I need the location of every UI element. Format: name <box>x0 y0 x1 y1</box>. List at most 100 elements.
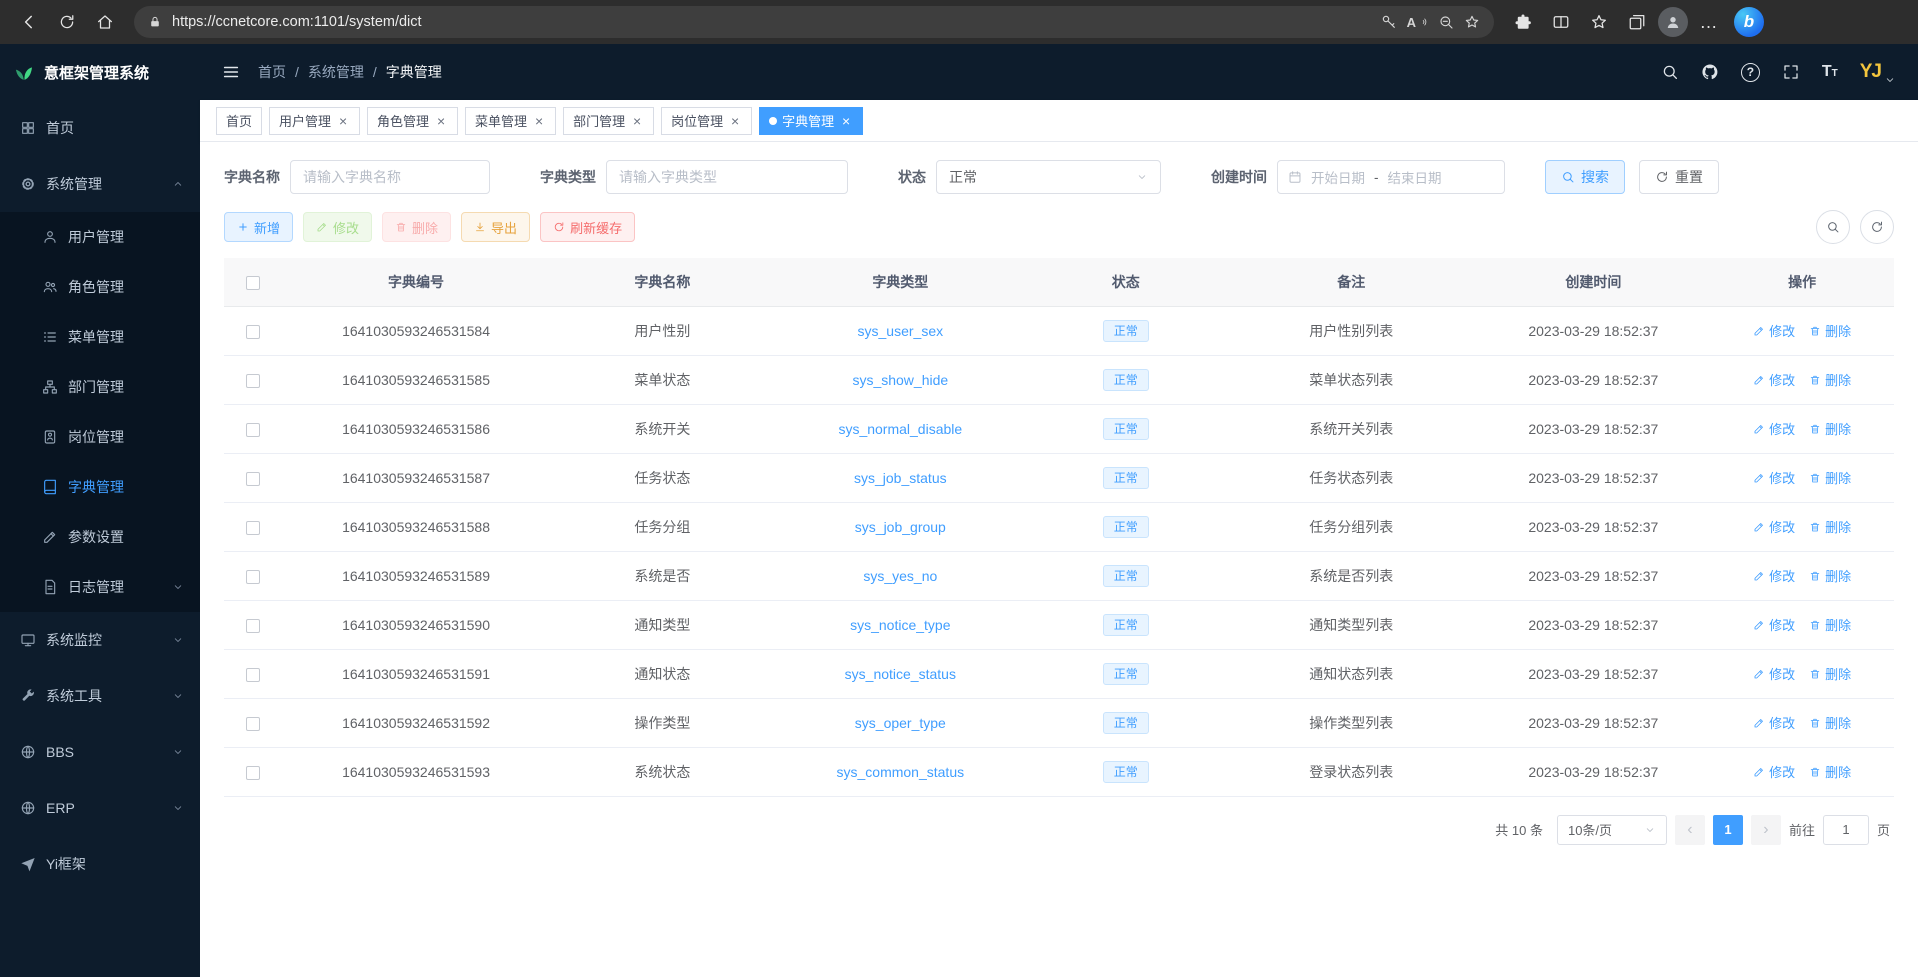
row-delete-button[interactable]: 删除 <box>1809 321 1851 340</box>
key-icon[interactable] <box>1381 14 1397 30</box>
row-edit-button[interactable]: 修改 <box>1753 419 1795 438</box>
goto-page-input[interactable] <box>1823 815 1869 845</box>
row-checkbox[interactable] <box>246 619 260 633</box>
breadcrumb-system[interactable]: 系统管理 <box>308 62 364 82</box>
tab-dict-mgmt[interactable]: 字典管理× <box>759 107 863 135</box>
row-checkbox[interactable] <box>246 325 260 339</box>
next-page-button[interactable]: › <box>1751 815 1781 845</box>
row-delete-button[interactable]: 删除 <box>1809 468 1851 487</box>
collections-icon[interactable] <box>1620 5 1654 39</box>
close-icon[interactable]: × <box>434 113 448 129</box>
row-delete-button[interactable]: 删除 <box>1809 664 1851 683</box>
dict-type-link[interactable]: sys_show_hide <box>852 372 948 388</box>
row-edit-button[interactable]: 修改 <box>1753 762 1795 781</box>
sidebar-item-system-tools[interactable]: 系统工具 <box>0 668 200 724</box>
edit-button[interactable]: 修改 <box>303 212 372 242</box>
row-checkbox[interactable] <box>246 472 260 486</box>
row-delete-button[interactable]: 删除 <box>1809 517 1851 536</box>
row-delete-button[interactable]: 删除 <box>1809 713 1851 732</box>
sidebar-item-user-mgmt[interactable]: 用户管理 <box>0 212 200 262</box>
dict-type-link[interactable]: sys_job_status <box>854 470 947 486</box>
sidebar-item-post-mgmt[interactable]: 岗位管理 <box>0 412 200 462</box>
row-edit-button[interactable]: 修改 <box>1753 566 1795 585</box>
close-icon[interactable]: × <box>728 113 742 129</box>
browser-menu-ellipsis[interactable]: … <box>1692 5 1726 39</box>
tab-post-mgmt[interactable]: 岗位管理× <box>661 107 752 135</box>
dict-type-input[interactable] <box>606 160 848 194</box>
add-favorite-star-icon[interactable] <box>1464 14 1480 30</box>
dict-type-link[interactable]: sys_notice_status <box>845 666 956 682</box>
user-logo-menu[interactable]: YJ <box>1860 61 1896 83</box>
select-all-checkbox[interactable] <box>246 276 260 290</box>
profile-avatar[interactable] <box>1658 7 1688 37</box>
toggle-search-button[interactable] <box>1816 210 1850 244</box>
tab-user-mgmt[interactable]: 用户管理× <box>269 107 360 135</box>
sidebar-item-param-settings[interactable]: 参数设置 <box>0 512 200 562</box>
row-checkbox[interactable] <box>246 521 260 535</box>
copilot-bing-icon[interactable]: b <box>1734 7 1764 37</box>
address-bar[interactable]: https://ccnetcore.com:1101/system/dict A <box>134 6 1494 38</box>
row-edit-button[interactable]: 修改 <box>1753 713 1795 732</box>
dict-type-link[interactable]: sys_notice_type <box>850 617 950 633</box>
sidebar-item-menu-mgmt[interactable]: 菜单管理 <box>0 312 200 362</box>
github-icon[interactable] <box>1701 63 1719 81</box>
dict-type-link[interactable]: sys_job_group <box>855 519 946 535</box>
sidebar-item-dept-mgmt[interactable]: 部门管理 <box>0 362 200 412</box>
close-icon[interactable]: × <box>336 113 350 129</box>
sidebar-toggle[interactable] <box>222 63 240 81</box>
row-checkbox[interactable] <box>246 423 260 437</box>
date-range-picker[interactable]: 开始日期 - 结束日期 <box>1277 160 1505 194</box>
font-size-icon[interactable]: TT <box>1822 63 1838 81</box>
sidebar-item-dict-mgmt[interactable]: 字典管理 <box>0 462 200 512</box>
row-edit-button[interactable]: 修改 <box>1753 615 1795 634</box>
sidebar-item-system-monitor[interactable]: 系统监控 <box>0 612 200 668</box>
tab-dept-mgmt[interactable]: 部门管理× <box>563 107 654 135</box>
row-delete-button[interactable]: 删除 <box>1809 419 1851 438</box>
sidebar-item-bbs[interactable]: BBS <box>0 724 200 780</box>
dict-name-input[interactable] <box>290 160 490 194</box>
row-checkbox[interactable] <box>246 570 260 584</box>
close-icon[interactable]: × <box>630 113 644 129</box>
reset-button[interactable]: 重置 <box>1639 160 1719 194</box>
split-screen-icon[interactable] <box>1544 5 1578 39</box>
page-size-select[interactable]: 10条/页 <box>1557 815 1667 845</box>
search-button[interactable]: 搜索 <box>1545 160 1625 194</box>
row-delete-button[interactable]: 删除 <box>1809 762 1851 781</box>
tab-role-mgmt[interactable]: 角色管理× <box>367 107 458 135</box>
status-select[interactable]: 正常 <box>936 160 1161 194</box>
extensions-icon[interactable] <box>1506 5 1540 39</box>
row-checkbox[interactable] <box>246 374 260 388</box>
dict-type-link[interactable]: sys_yes_no <box>863 568 937 584</box>
prev-page-button[interactable]: ‹ <box>1675 815 1705 845</box>
tab-home[interactable]: 首页 <box>216 107 262 135</box>
row-checkbox[interactable] <box>246 717 260 731</box>
tab-menu-mgmt[interactable]: 菜单管理× <box>465 107 556 135</box>
row-edit-button[interactable]: 修改 <box>1753 370 1795 389</box>
add-button[interactable]: 新增 <box>224 212 293 242</box>
dict-type-link[interactable]: sys_common_status <box>837 764 965 780</box>
delete-button[interactable]: 删除 <box>382 212 451 242</box>
header-search-icon[interactable] <box>1661 63 1679 81</box>
browser-back-button[interactable] <box>12 5 46 39</box>
row-delete-button[interactable]: 删除 <box>1809 615 1851 634</box>
row-edit-button[interactable]: 修改 <box>1753 468 1795 487</box>
favorites-icon[interactable] <box>1582 5 1616 39</box>
sidebar-item-system-mgmt[interactable]: 系统管理 <box>0 156 200 212</box>
row-edit-button[interactable]: 修改 <box>1753 664 1795 683</box>
sidebar-item-yi-framework[interactable]: Yi框架 <box>0 836 200 892</box>
sidebar-item-home[interactable]: 首页 <box>0 100 200 156</box>
row-edit-button[interactable]: 修改 <box>1753 321 1795 340</box>
export-button[interactable]: 导出 <box>461 212 530 242</box>
row-delete-button[interactable]: 删除 <box>1809 566 1851 585</box>
dict-type-link[interactable]: sys_user_sex <box>858 323 944 339</box>
sidebar-item-erp[interactable]: ERP <box>0 780 200 836</box>
row-edit-button[interactable]: 修改 <box>1753 517 1795 536</box>
refresh-table-button[interactable] <box>1860 210 1894 244</box>
read-aloud-icon[interactable]: A <box>1407 15 1428 30</box>
dict-type-link[interactable]: sys_oper_type <box>855 715 946 731</box>
refresh-cache-button[interactable]: 刷新缓存 <box>540 212 635 242</box>
browser-refresh-button[interactable] <box>50 5 84 39</box>
close-icon[interactable]: × <box>839 113 853 129</box>
current-page-button[interactable]: 1 <box>1713 815 1743 845</box>
sidebar-item-role-mgmt[interactable]: 角色管理 <box>0 262 200 312</box>
